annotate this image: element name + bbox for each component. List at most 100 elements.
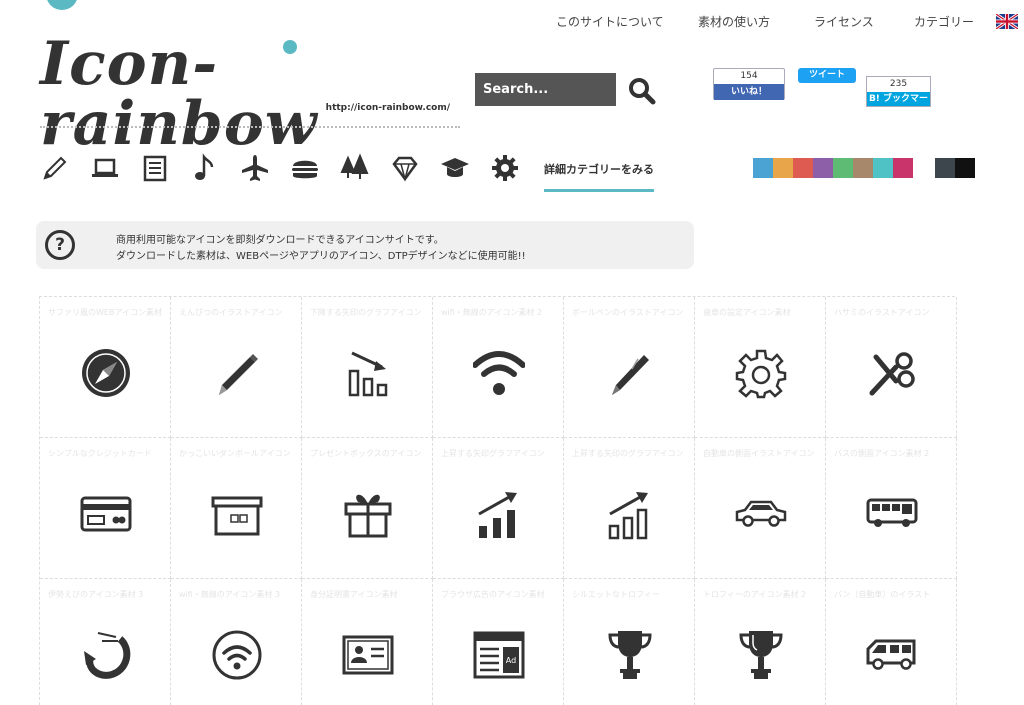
- icon-card[interactable]: 自動車の側面イラストアイコン: [695, 438, 826, 579]
- nav-usage[interactable]: 素材の使い方: [698, 13, 814, 30]
- diamond-icon[interactable]: [390, 150, 440, 186]
- icon-card[interactable]: バスの側面アイコン素材 2: [826, 438, 957, 579]
- nav-about[interactable]: このサイトについて: [556, 13, 698, 30]
- hatena-bookmark-button[interactable]: 235 B! ブックマーク: [866, 76, 931, 118]
- icon-card-title: 自動車の側面イラストアイコン: [703, 449, 815, 458]
- bus-icon: [866, 498, 918, 527]
- color-swatch-green[interactable]: [833, 158, 853, 178]
- icon-card[interactable]: 下降する矢印のグラフアイコン: [302, 297, 433, 438]
- icon-card[interactable]: プレゼントボックスのアイコン: [302, 438, 433, 579]
- icon-card-title: 身分証明書アイコン素材: [310, 590, 398, 599]
- icon-card-title: シルエットなトロフィー: [572, 590, 660, 599]
- icon-card-title: プレゼントボックスのアイコン: [310, 449, 422, 458]
- icon-card[interactable]: シルエットなトロフィー: [564, 579, 695, 705]
- icon-card[interactable]: ブラウザ広告のアイコン素材 Ad: [433, 579, 564, 705]
- top-navigation: このサイトについて 素材の使い方 ライセンス カテゴリー: [556, 12, 1019, 31]
- site-notice: ? 商用利用可能なアイコンを即刻ダウンロードできるアイコンサイトです。 ダウンロ…: [36, 221, 694, 269]
- color-filter-swatches: [753, 158, 975, 178]
- rising-chart-icon: [478, 492, 517, 538]
- color-swatch-brown[interactable]: [853, 158, 873, 178]
- icon-card[interactable]: 歯車の設定アイコン素材: [695, 297, 826, 438]
- icon-card[interactable]: wifi・無線のアイコン素材 3: [171, 579, 302, 705]
- uk-flag-icon[interactable]: [995, 12, 1019, 31]
- credit-card-icon: [80, 496, 132, 532]
- icon-card-title: トロフィーのアイコン素材 2: [703, 590, 807, 599]
- more-categories-link[interactable]: 詳細カテゴリーをみる: [544, 150, 654, 192]
- icon-card[interactable]: えんぴつのイラストアイコン: [171, 297, 302, 438]
- color-swatch-orange[interactable]: [773, 158, 793, 178]
- icon-card-title: ボールペンのイラストアイコン: [572, 308, 684, 317]
- icon-card[interactable]: サファリ風のWEBアイコン素材: [40, 297, 171, 438]
- airplane-icon[interactable]: [240, 150, 290, 186]
- color-swatch-gray[interactable]: [935, 158, 955, 178]
- color-swatch-pink[interactable]: [893, 158, 913, 178]
- icon-card-title: 伊勢えびのアイコン素材 3: [48, 590, 144, 599]
- question-icon: ?: [45, 230, 75, 260]
- icon-card-title: wifi・無線のアイコン素材 3: [179, 590, 281, 599]
- compass-icon: [82, 349, 130, 397]
- color-swatch-teal[interactable]: [873, 158, 893, 178]
- color-swatch-purple[interactable]: [813, 158, 833, 178]
- icon-card[interactable]: 上昇する矢印グラフアイコン: [433, 438, 564, 579]
- newspaper-icon[interactable]: [140, 150, 190, 186]
- color-swatch-black[interactable]: [955, 158, 975, 178]
- trees-icon[interactable]: [340, 150, 390, 186]
- logo-text: Icon-rainbow: [40, 29, 318, 159]
- music-note-icon[interactable]: [190, 150, 240, 186]
- icon-card-title: ハサミのイラストアイコン: [834, 308, 930, 317]
- icon-card[interactable]: シンプルなクレジットカード: [40, 438, 171, 579]
- icon-card[interactable]: wifi・無線のアイコン素材 2: [433, 297, 564, 438]
- nav-license[interactable]: ライセンス: [814, 13, 914, 30]
- color-swatch-blue[interactable]: [753, 158, 773, 178]
- icon-card-title: 下降する矢印のグラフアイコン: [310, 308, 422, 317]
- car-icon: [735, 500, 787, 527]
- box-icon: [211, 496, 263, 536]
- icon-card-title: バン（自動車）のイラスト: [834, 590, 931, 599]
- facebook-like-button[interactable]: 154 いいね！: [713, 68, 785, 100]
- icon-card-title: 上昇する矢印グラフアイコン: [441, 449, 545, 458]
- icon-card[interactable]: トロフィーのアイコン素材 2: [695, 579, 826, 705]
- search-input[interactable]: Search...: [475, 73, 616, 106]
- icon-card[interactable]: 身分証明書アイコン素材: [302, 579, 433, 705]
- gift-icon: [344, 494, 392, 538]
- van-icon: [866, 639, 916, 670]
- hatena-bookmark-label: B! ブックマーク: [867, 92, 930, 118]
- color-swatch-red[interactable]: [793, 158, 813, 178]
- logo-divider: [40, 126, 460, 130]
- browser-ad-icon: Ad: [473, 631, 525, 679]
- id-card-icon: [342, 635, 394, 675]
- search-icon[interactable]: [627, 76, 657, 106]
- facebook-like-label: いいね！: [714, 84, 784, 100]
- notice-line-2: ダウンロードした素材は、WEBページやアプリのアイコン、DTPデザインなどに使用…: [116, 251, 526, 262]
- rising-chart-outline-icon: [608, 492, 648, 540]
- icon-card-title: 歯車の設定アイコン素材: [703, 308, 791, 317]
- svg-text:Ad: Ad: [506, 656, 516, 665]
- scissors-icon: [869, 352, 915, 396]
- graduation-cap-icon[interactable]: [440, 150, 490, 186]
- icon-card-title: えんぴつのイラストアイコン: [179, 308, 283, 317]
- trophy-icon: [608, 631, 652, 679]
- hatena-bookmark-count: 235: [889, 79, 908, 89]
- icon-card[interactable]: ボールペンのイラストアイコン: [564, 297, 695, 438]
- icon-card-title: サファリ風のWEBアイコン素材: [48, 308, 163, 317]
- gear-icon: [735, 349, 787, 399]
- category-icon-bar: [40, 150, 540, 186]
- icon-card[interactable]: かっこいいダンボールアイコン: [171, 438, 302, 579]
- icon-card-title: バスの側面アイコン素材 2: [834, 449, 930, 458]
- site-logo[interactable]: Icon-rainbow http://icon-rainbow.com/: [40, 34, 470, 154]
- tweet-button[interactable]: ツイート: [798, 68, 856, 83]
- facebook-like-count: 154: [740, 71, 758, 81]
- hamburger-icon[interactable]: [290, 150, 340, 186]
- icon-card[interactable]: バン（自動車）のイラスト: [826, 579, 957, 705]
- icon-grid: サファリ風のWEBアイコン素材 えんぴつのイラストアイコン 下降する矢印のグラフ…: [39, 296, 957, 705]
- pencil-icon[interactable]: [40, 150, 90, 186]
- laptop-icon[interactable]: [90, 150, 140, 186]
- nav-category[interactable]: カテゴリー: [914, 13, 996, 30]
- notice-line-1: 商用利用可能なアイコンを即刻ダウンロードできるアイコンサイトです。: [116, 235, 444, 246]
- icon-card[interactable]: 上昇する矢印のグラフアイコン: [564, 438, 695, 579]
- icon-card[interactable]: ハサミのイラストアイコン: [826, 297, 957, 438]
- gear-icon[interactable]: [490, 150, 540, 186]
- wifi-icon: [473, 351, 525, 395]
- icon-card[interactable]: 伊勢えびのアイコン素材 3: [40, 579, 171, 705]
- corner-decoration: [46, 0, 78, 10]
